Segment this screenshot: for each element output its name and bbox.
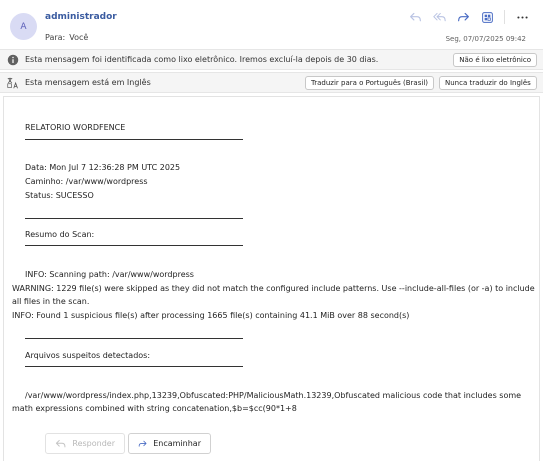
divider: [25, 366, 243, 367]
summary-heading: Resumo do Scan:: [25, 230, 95, 239]
warning-line: WARNING: 1229 file(s) were skipped as th…: [12, 284, 535, 306]
to-value[interactable]: Você: [69, 33, 88, 42]
suspicious-heading: Arquivos suspeitos detectados:: [25, 351, 151, 360]
suspicious-file-entry: /var/www/wordpress/index.php,13239,Obfus…: [12, 391, 522, 413]
info-found-line: INFO: Found 1 suspicious file(s) after p…: [12, 311, 410, 320]
recipient-line: Para: Você: [45, 33, 88, 42]
reply-footer-label: Responder: [72, 439, 115, 448]
reply-icon: [409, 12, 421, 21]
toolbar-divider: [504, 10, 505, 24]
message-actions: [406, 8, 531, 26]
message-date: Seg, 07/07/2025 09:42: [445, 35, 526, 43]
message-body: RELATORIO WORDFENCE Data: Mon Jul 7 12:3…: [3, 96, 540, 461]
apps-grid-icon: [481, 11, 493, 23]
translate-icon: [7, 77, 18, 89]
message-header: A administrador Para: Você Seg, 07/07/202…: [0, 0, 543, 47]
more-icon: [516, 15, 528, 19]
more-actions-button[interactable]: [513, 8, 531, 26]
never-translate-button[interactable]: Nunca traduzir do Inglês: [439, 76, 537, 90]
divider: [25, 139, 243, 140]
forward-icon: [138, 440, 147, 447]
forward-button[interactable]: [454, 8, 472, 26]
reply-icon: [55, 439, 66, 447]
forward-footer-label: Encaminhar: [153, 439, 201, 448]
junk-warning-text: Esta mensagem foi identificada como lixo…: [25, 55, 379, 64]
info-scanning-line: INFO: Scanning path: /var/www/wordpress: [25, 270, 194, 279]
reply-all-button[interactable]: [430, 8, 448, 26]
translation-banner: Esta mensagem está em Inglês Traduzir pa…: [0, 72, 543, 93]
reply-button[interactable]: [406, 8, 424, 26]
translate-button[interactable]: Traduzir para o Português (Brasil): [305, 76, 434, 90]
reply-all-icon: [432, 12, 446, 21]
to-label: Para:: [45, 33, 66, 42]
divider: [25, 245, 243, 246]
language-notice-text: Esta mensagem está em Inglês: [25, 78, 151, 87]
divider: [25, 218, 243, 219]
sender-name[interactable]: administrador: [45, 12, 117, 22]
avatar[interactable]: A: [10, 13, 37, 40]
junk-warning-banner: Esta mensagem foi identificada como lixo…: [0, 49, 543, 70]
report-date: Data: Mon Jul 7 12:36:28 PM UTC 2025: [25, 163, 181, 172]
forward-icon: [457, 12, 469, 21]
apps-button[interactable]: [478, 8, 496, 26]
forward-footer-button[interactable]: Encaminhar: [128, 433, 211, 454]
report-title: RELATORIO WORDFENCE: [25, 123, 126, 132]
report-path: Caminho: /var/www/wordpress: [25, 177, 148, 186]
info-icon: [7, 54, 19, 66]
report-status: Status: SUCESSO: [25, 191, 94, 200]
reply-footer-button[interactable]: Responder: [45, 433, 125, 454]
divider: [25, 338, 243, 339]
not-junk-button[interactable]: Não é lixo eletrônico: [453, 53, 537, 67]
